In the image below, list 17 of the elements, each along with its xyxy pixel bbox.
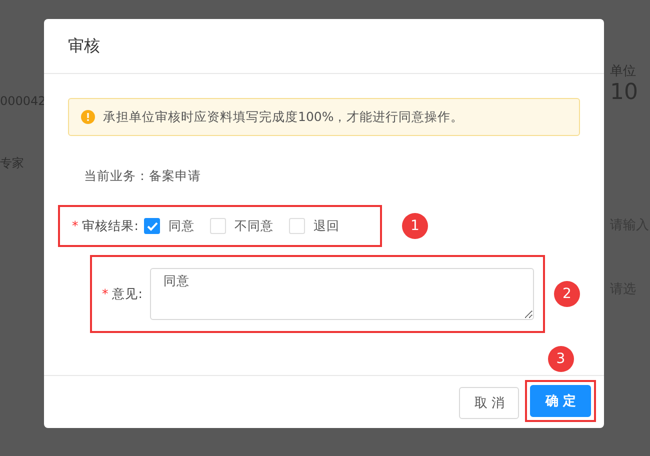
checkbox-option[interactable]: 同意 — [144, 218, 194, 234]
warning-icon — [81, 110, 95, 124]
field-label: * 意见: — [102, 286, 142, 302]
cancel-button[interactable]: 取 消 — [459, 387, 520, 419]
annotation-badge: 2 — [554, 281, 580, 307]
checkbox[interactable] — [144, 218, 160, 234]
dialog-title: 审核 — [68, 36, 100, 56]
annotation-badge: 3 — [548, 346, 574, 372]
required-mark: * — [72, 218, 78, 232]
opinion-field[interactable]: 同意 — [150, 268, 534, 320]
checkbox-option[interactable]: 不同意 — [210, 218, 274, 234]
current-business-text: 当前业务：备案申请 — [84, 168, 202, 185]
required-mark: * — [102, 286, 108, 300]
annotation-badge: 1 — [402, 213, 428, 239]
alert-text: 承担单位审核时应资料填写完成度100%，才能进行同意操作。 — [103, 108, 464, 126]
field-label: * 审核结果: — [72, 218, 138, 234]
checkbox-option[interactable]: 退回 — [289, 218, 340, 234]
